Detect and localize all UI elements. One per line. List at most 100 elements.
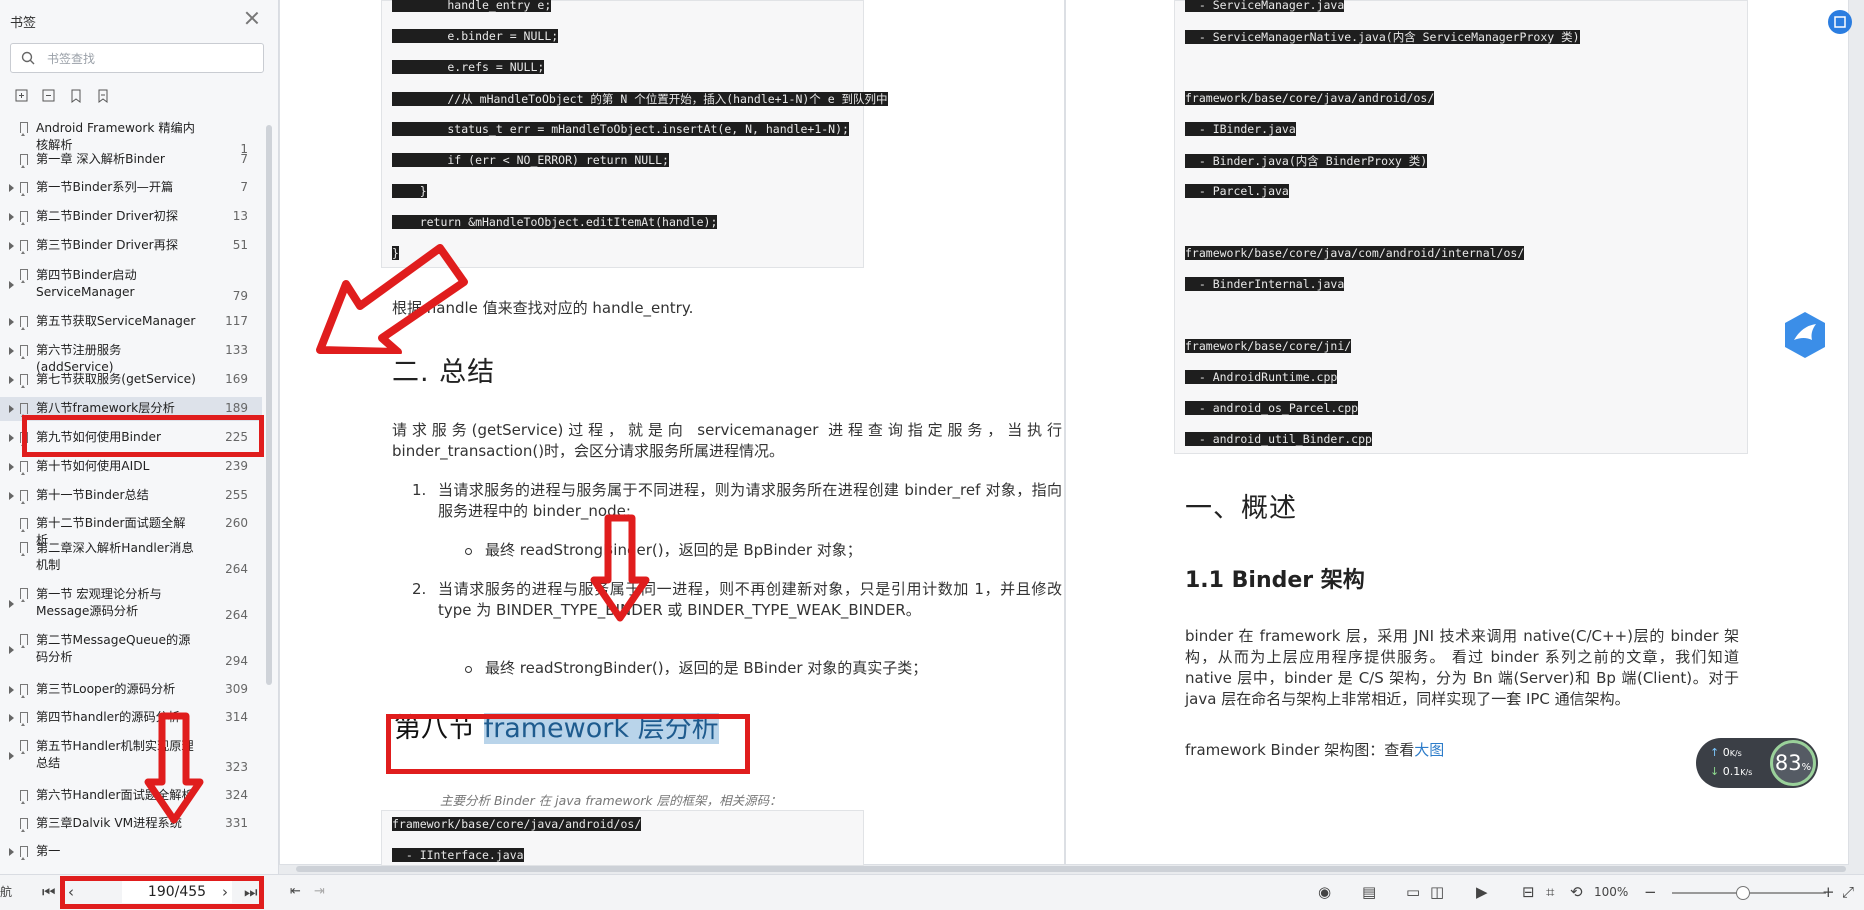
app-icon[interactable] <box>1828 10 1852 34</box>
bookmark-search-input[interactable] <box>45 48 259 70</box>
last-page-icon[interactable]: ⏭ <box>244 881 258 903</box>
sidebar-item[interactable]: 第五节获取ServiceManager 117 <box>0 310 262 334</box>
collapse-all-icon[interactable] <box>41 88 57 104</box>
sidebar-item[interactable]: 第六节Handler面试题全解析 324 <box>0 784 262 808</box>
expand-arrow-icon[interactable] <box>9 376 14 384</box>
section-highlight: framework 层分析 <box>483 713 719 744</box>
sidebar-item-page: 7 <box>240 180 248 194</box>
expand-arrow-icon[interactable] <box>9 347 14 355</box>
expand-arrow-icon[interactable] <box>9 752 14 760</box>
sidebar-item[interactable]: 第六节注册服务(addService) 133 <box>0 339 262 374</box>
sidebar-item[interactable]: 第一 <box>0 840 262 864</box>
horizontal-scrollbar[interactable] <box>296 866 1846 872</box>
expand-arrow-icon[interactable] <box>9 848 14 856</box>
sidebar-item[interactable]: 第三节Binder Driver再探 51 <box>0 234 262 258</box>
expand-arrow-icon[interactable] <box>9 600 14 608</box>
diagram-link[interactable]: 大图 <box>1414 741 1444 759</box>
sidebar-item[interactable]: 第四节handler的源码分析 314 <box>0 706 262 730</box>
close-icon[interactable] <box>244 10 260 26</box>
sidebar-item[interactable]: 第四节Binder启动ServiceManager 79 <box>0 265 262 305</box>
bookmark-icon <box>20 461 28 475</box>
list-item-1: 当请求服务的进程与服务属于不同进程，则为请求服务所在进程创建 binder_re… <box>438 481 1062 520</box>
sidebar-item[interactable]: 第七节获取服务(getService) 169 <box>0 368 262 392</box>
para-diagram-text: framework Binder 架构图：查看 <box>1185 741 1415 759</box>
heading-summary: 二. 总结 <box>392 357 496 388</box>
bookmark-icon <box>20 818 28 832</box>
bookmark-icon <box>20 846 28 860</box>
expand-arrow-icon[interactable] <box>9 405 14 413</box>
sidebar-item[interactable]: 第十一节Binder总结 255 <box>0 484 262 508</box>
zoom-out-icon[interactable]: − <box>1644 881 1657 903</box>
expand-all-icon[interactable] <box>14 88 30 104</box>
bird-assistant-icon[interactable] <box>1780 310 1830 360</box>
expand-arrow-icon[interactable] <box>9 184 14 192</box>
list-number-1: 1. <box>412 481 427 499</box>
sidebar-item-label: 第五节获取ServiceManager <box>36 314 196 328</box>
delete-bookmark-icon[interactable] <box>95 88 111 104</box>
sidebar-item[interactable]: 第二节MessageQueue的源码分析 294 <box>0 630 262 670</box>
expand-arrow-icon[interactable] <box>9 714 14 722</box>
rotate-icon[interactable]: ⟲ <box>1570 881 1583 903</box>
sidebar-item[interactable]: 第一节Binder系列—开篇 7 <box>0 176 262 200</box>
sidebar-item[interactable]: 第一节 宏观理论分析与Message源码分析 264 <box>0 584 262 624</box>
fit-width-icon[interactable]: ⊟ <box>1522 881 1535 903</box>
crop-icon[interactable]: ⌗ <box>1546 881 1554 903</box>
code-line: return &mHandleToObject.editItemAt(handl… <box>392 215 718 229</box>
document-page-left: handle_entry e; e.binder = NULL; e.refs … <box>280 0 1064 866</box>
sidebar-item-label: 第二章深入解析Handler消息机制 <box>36 541 194 572</box>
sidebar-item-page: 117 <box>225 314 248 328</box>
zoom-in-icon[interactable]: + <box>1822 881 1835 903</box>
sidebar-item-label: 第一节 宏观理论分析与Message源码分析 <box>36 587 162 618</box>
zoom-slider-handle[interactable] <box>1736 886 1750 900</box>
bookmark-icon <box>20 269 28 283</box>
continuous-icon[interactable]: ▭ <box>1406 881 1420 903</box>
sidebar-item[interactable]: 第二章深入解析Handler消息机制 264 <box>0 538 262 578</box>
bookmark-search[interactable] <box>10 43 264 73</box>
add-bookmark-icon[interactable] <box>68 88 84 104</box>
code-line: - Binder.java(内含 BinderProxy 类) <box>1185 154 1428 168</box>
sidebar-item[interactable]: 第二节Binder Driver初探 13 <box>0 205 262 229</box>
back-icon[interactable]: ⇤ <box>290 881 301 903</box>
bookmark-icon <box>20 154 28 168</box>
list-subitem-2: 最终 readStrongBinder()，返回的是 BBinder 对象的真实… <box>485 659 928 677</box>
sidebar-item[interactable]: 第八节framework层分析 189 <box>0 397 262 421</box>
eye-icon[interactable]: ◉ <box>1318 881 1331 903</box>
expand-arrow-icon[interactable] <box>9 686 14 694</box>
list-number-2: 2. <box>412 580 427 598</box>
single-page-icon[interactable]: ▤ <box>1362 881 1376 903</box>
page-indicator[interactable]: 190/455 <box>122 881 232 903</box>
bookmark-icon <box>20 684 28 698</box>
expand-arrow-icon[interactable] <box>9 463 14 471</box>
expand-arrow-icon[interactable] <box>9 434 14 442</box>
play-icon[interactable]: ▶ <box>1476 881 1488 903</box>
prev-page-icon[interactable]: ‹ <box>68 881 74 903</box>
sidebar-item-page: 133 <box>225 343 248 357</box>
sidebar-scrollbar[interactable] <box>266 125 272 685</box>
expand-arrow-icon[interactable] <box>9 281 14 289</box>
sidebar-item[interactable]: 第十节如何使用AIDL 239 <box>0 455 262 479</box>
sidebar-item[interactable]: 第九节如何使用Binder 225 <box>0 426 262 450</box>
sidebar-item[interactable]: 第三章Dalvik VM进程系统 331 <box>0 812 262 836</box>
code-line: handle_entry e; <box>392 0 552 12</box>
sidebar-item[interactable]: 第一章 深入解析Binder 7 <box>0 148 262 172</box>
fullscreen-icon[interactable]: ⤢ <box>1842 881 1854 903</box>
bookmark-icon <box>20 518 28 532</box>
para-diagram: framework Binder 架构图：查看大图 <box>1185 740 1444 761</box>
sidebar-item[interactable]: 第十二节Binder面试题全解析 260 <box>0 512 262 547</box>
first-page-icon[interactable]: ⏮ <box>42 881 56 903</box>
code-line: framework/base/core/java/android/os/ <box>1185 91 1435 105</box>
zoom-level[interactable]: 100% <box>1594 881 1628 903</box>
code-line: if (err < NO_ERROR) return NULL; <box>392 153 669 167</box>
sidebar-item[interactable]: 第五节Handler机制实现原理总结 323 <box>0 736 262 776</box>
sidebar-item[interactable]: 第三节Looper的源码分析 309 <box>0 678 262 702</box>
expand-arrow-icon[interactable] <box>9 318 14 326</box>
two-page-icon[interactable]: ◫ <box>1430 881 1444 903</box>
next-page-icon[interactable]: › <box>222 881 228 903</box>
expand-arrow-icon[interactable] <box>9 646 14 654</box>
forward-icon[interactable]: ⇥ <box>314 881 325 903</box>
expand-arrow-icon[interactable] <box>9 242 14 250</box>
sidebar-item-page: 264 <box>225 562 248 576</box>
expand-arrow-icon[interactable] <box>9 492 14 500</box>
expand-arrow-icon[interactable] <box>9 213 14 221</box>
sidebar-item-page: 225 <box>225 430 248 444</box>
